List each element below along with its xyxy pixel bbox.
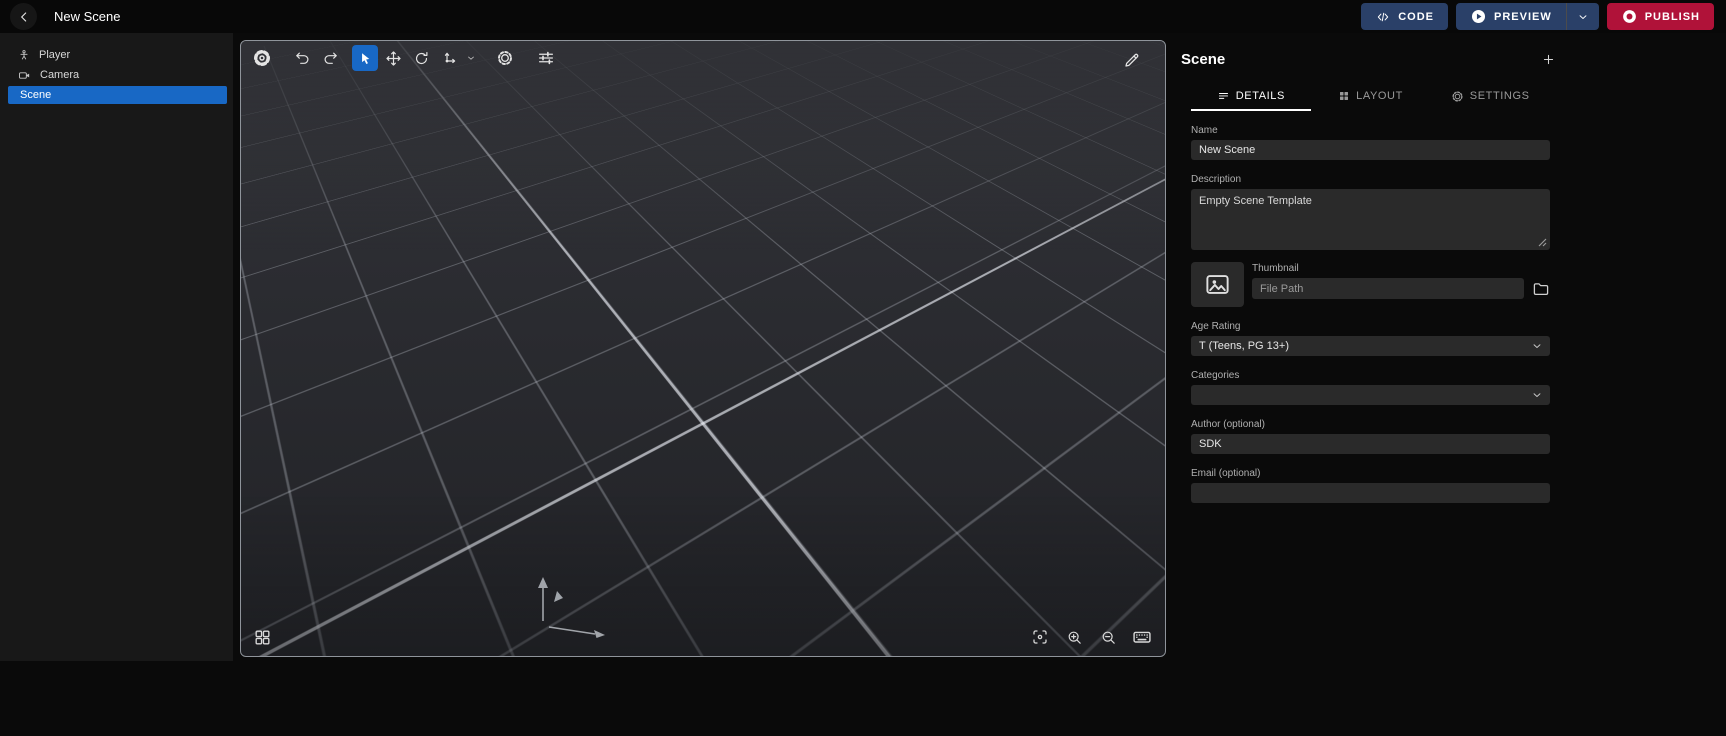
author-label: Author (optional) <box>1191 419 1550 430</box>
plus-icon <box>1541 52 1556 67</box>
age-rating-select[interactable]: T (Teens, PG 13+) <box>1191 336 1550 356</box>
name-input[interactable] <box>1191 140 1550 160</box>
folder-icon <box>1532 280 1550 298</box>
settings-gear-icon <box>1451 90 1464 103</box>
undo-icon[interactable] <box>289 45 315 71</box>
panel-tabs: DETAILS LAYOUT SETTINGS <box>1191 83 1550 111</box>
chevron-left-icon <box>16 9 32 25</box>
layout-grid-icon <box>1338 90 1350 102</box>
publish-logo-icon <box>1621 8 1638 25</box>
thumbnail-label: Thumbnail <box>1252 263 1550 274</box>
preview-split-button: PREVIEW <box>1456 3 1599 30</box>
scene-hierarchy-sidebar: Player Camera Scene <box>0 33 233 661</box>
thumbnail-path-input[interactable] <box>1252 278 1524 299</box>
page-title: New Scene <box>54 9 120 24</box>
properties-panel: Scene DETAILS LAYOUT <box>1168 33 1726 736</box>
preview-button[interactable]: PREVIEW <box>1456 3 1566 30</box>
viewport-toolbar <box>249 45 561 71</box>
back-button[interactable] <box>10 3 37 30</box>
chevron-down-icon <box>1531 389 1543 401</box>
select-cursor-icon[interactable] <box>352 45 378 71</box>
redo-icon[interactable] <box>317 45 343 71</box>
rotate-icon[interactable] <box>408 45 434 71</box>
tab-settings[interactable]: SETTINGS <box>1430 83 1550 111</box>
image-icon <box>1204 271 1231 298</box>
zoom-in-icon[interactable] <box>1063 626 1085 648</box>
add-button[interactable] <box>1538 49 1558 69</box>
scene-editor-app: { "header": { "title": "New Scene", "cod… <box>0 0 1726 736</box>
modes-gear-icon[interactable] <box>249 45 275 71</box>
sidebar-item-camera[interactable]: Camera <box>0 65 233 85</box>
viewport-3d-canvas[interactable] <box>240 40 1166 657</box>
header: New Scene CODE PREVIEW <box>0 0 1726 33</box>
name-label: Name <box>1191 125 1550 136</box>
scene-filter-sliders-icon[interactable] <box>533 45 559 71</box>
viewport-grid <box>240 40 1166 657</box>
code-icon <box>1375 10 1391 24</box>
play-circle-icon <box>1470 8 1487 25</box>
camera-icon <box>18 69 31 82</box>
categories-label: Categories <box>1191 370 1550 381</box>
header-actions: CODE PREVIEW PUBLISH <box>1361 3 1716 30</box>
viewport-bottom-left <box>251 626 273 648</box>
publish-button[interactable]: PUBLISH <box>1607 3 1714 30</box>
thumbnail-field: Thumbnail <box>1191 262 1550 307</box>
panel-title: Scene <box>1181 51 1225 68</box>
transform-gizmo-icon[interactable] <box>436 45 462 71</box>
chevron-down-icon <box>1577 11 1589 23</box>
details-lines-icon <box>1217 90 1230 103</box>
grid-view-icon[interactable] <box>251 626 273 648</box>
viewport-bottom-right <box>1029 626 1153 648</box>
tab-layout[interactable]: LAYOUT <box>1311 83 1431 111</box>
browse-folder-button[interactable] <box>1532 280 1550 298</box>
tab-details[interactable]: DETAILS <box>1191 83 1311 111</box>
viewport-settings-gear-icon[interactable] <box>492 45 518 71</box>
focus-icon[interactable] <box>1029 626 1051 648</box>
edit-pencil-icon[interactable] <box>1119 47 1145 73</box>
keyboard-shortcuts-icon[interactable] <box>1131 626 1153 648</box>
move-icon[interactable] <box>380 45 406 71</box>
zoom-out-icon[interactable] <box>1097 626 1119 648</box>
translate-gizmo[interactable] <box>513 569 623 655</box>
preview-options-button[interactable] <box>1567 3 1599 30</box>
sidebar-item-player[interactable]: Player <box>0 45 233 65</box>
author-input[interactable] <box>1191 434 1550 454</box>
player-icon <box>18 49 30 61</box>
age-rating-label: Age Rating <box>1191 321 1550 332</box>
thumbnail-preview[interactable] <box>1191 262 1244 307</box>
sidebar-item-scene[interactable]: Scene <box>8 86 227 104</box>
chevron-down-icon <box>1531 340 1543 352</box>
description-textarea[interactable]: Empty Scene Template <box>1191 189 1550 250</box>
description-label: Description <box>1191 174 1550 185</box>
categories-select[interactable] <box>1191 385 1550 405</box>
email-input[interactable] <box>1191 483 1550 503</box>
email-label: Email (optional) <box>1191 468 1550 479</box>
code-button[interactable]: CODE <box>1361 3 1448 30</box>
panel-header: Scene <box>1181 33 1558 73</box>
transform-options-chevron[interactable] <box>464 45 478 71</box>
